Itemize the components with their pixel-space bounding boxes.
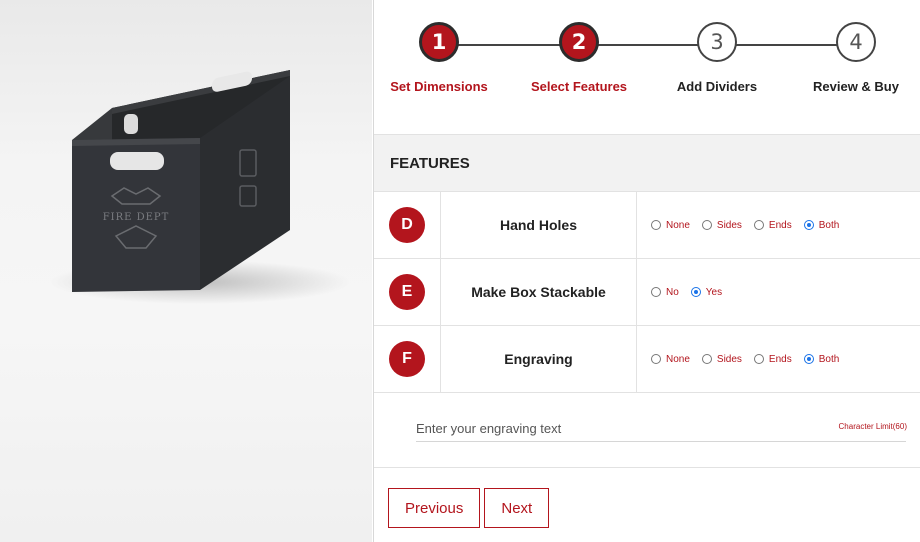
navigation-buttons: Previous Next [388,488,553,528]
features-header: FEATURES [374,135,920,192]
feature-badge: F [389,341,425,377]
engraving-option-sides[interactable]: Sides [701,354,742,365]
box-engraving-text: FIRE DEPT [103,212,170,223]
configurator-panel: 1 Set Dimensions 2 Select Features 3 Add… [373,0,920,542]
feature-name: Make Box Stackable [441,259,637,325]
step-add-dividers[interactable]: 3 Add Dividers [652,22,782,94]
progress-stepper: 1 Set Dimensions 2 Select Features 3 Add… [374,0,920,135]
step-label: Add Dividers [676,79,758,94]
feature-name: Engraving [441,326,637,392]
engraving-option-none[interactable]: None [651,354,690,365]
engraving-options: None Sides Ends Both [637,326,920,392]
stackable-options: No Yes [637,259,920,325]
box-render: FIRE DEPT [50,70,350,304]
hand-holes-option-both[interactable]: Both [803,220,839,231]
feature-row-engraving: F Engraving None Sides Ends Both [374,326,920,393]
radio-button[interactable] [701,220,712,230]
step-review-buy[interactable]: 4 Review & Buy [791,22,920,94]
radio-button[interactable] [651,287,661,297]
step-number: 3 [697,22,737,62]
feature-row-stackable: E Make Box Stackable No Yes [374,259,920,326]
hand-holes-option-sides[interactable]: Sides [701,220,742,231]
step-number: 4 [836,22,876,62]
product-preview: FIRE DEPT [0,0,372,542]
step-number: 1 [419,22,459,62]
step-select-features[interactable]: 2 Select Features [514,22,644,94]
character-limit-label: Character Limit(60) [838,422,907,431]
feature-row-hand-holes: D Hand Holes None Sides Ends Both [374,192,920,259]
engraving-option-both[interactable]: Both [803,354,839,365]
hand-holes-option-ends[interactable]: Ends [753,220,792,231]
previous-button[interactable]: Previous [388,488,481,528]
radio-button-selected[interactable] [803,220,814,230]
step-label: Review & Buy [813,79,899,94]
radio-button[interactable] [651,220,661,230]
engraving-text-row: Character Limit(60) [374,393,920,468]
radio-button-selected[interactable] [803,354,814,364]
hand-holes-options: None Sides Ends Both [637,192,920,258]
feature-badge: E [389,274,425,310]
feature-name: Hand Holes [441,192,637,258]
step-label: Select Features [530,79,628,94]
engraving-text-input[interactable] [416,415,906,442]
radio-button[interactable] [753,354,764,364]
stackable-option-no[interactable]: No [651,287,679,298]
stackable-option-yes[interactable]: Yes [690,287,722,298]
feature-badge: D [389,207,425,243]
radio-button-selected[interactable] [690,287,701,297]
radio-button[interactable] [701,354,712,364]
step-number: 2 [559,22,599,62]
radio-button[interactable] [753,220,764,230]
radio-button[interactable] [651,354,661,364]
next-button[interactable]: Next [484,488,550,528]
hand-holes-option-none[interactable]: None [651,220,690,231]
step-set-dimensions[interactable]: 1 Set Dimensions [374,22,504,94]
engraving-option-ends[interactable]: Ends [753,354,792,365]
step-label: Set Dimensions [390,79,488,94]
